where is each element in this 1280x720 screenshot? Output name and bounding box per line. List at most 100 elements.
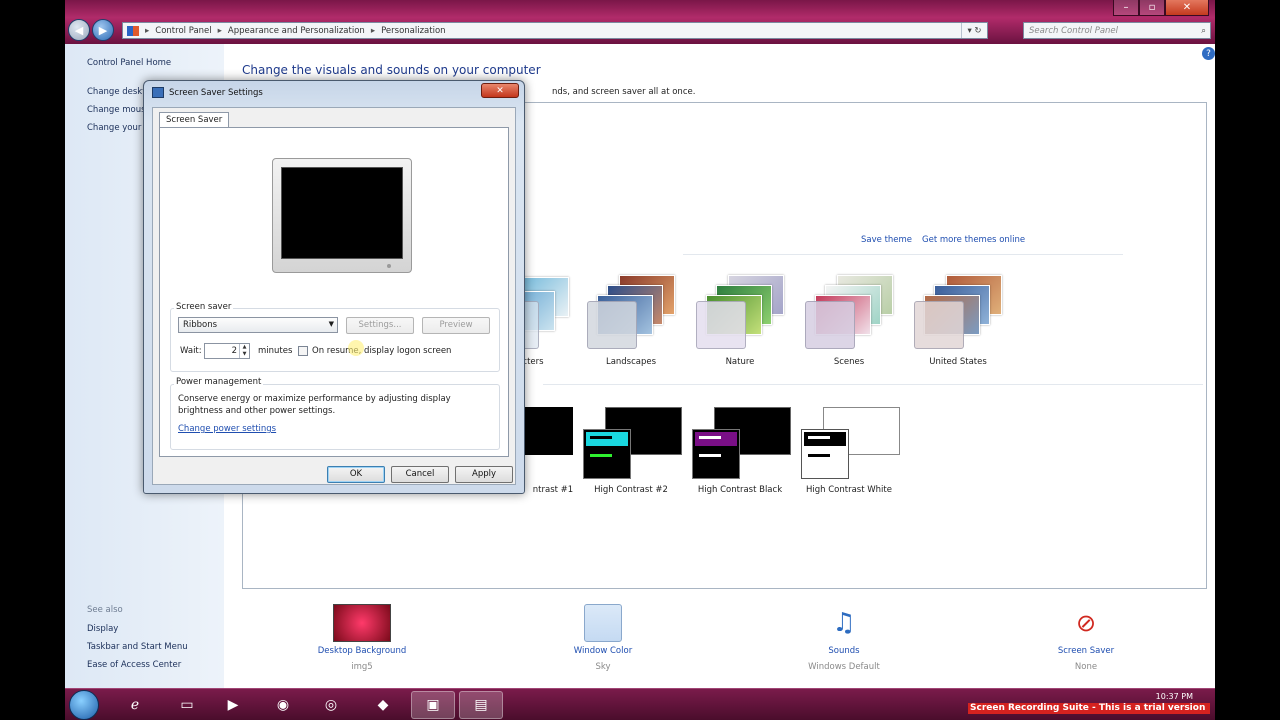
close-button[interactable]: ✕ bbox=[1165, 0, 1209, 16]
glass-swatch bbox=[587, 301, 637, 349]
theme-thumbnail bbox=[583, 275, 679, 353]
power-management-label: Power management bbox=[174, 377, 264, 387]
sounds-item[interactable]: ♫ Sounds Windows Default bbox=[784, 604, 904, 672]
address-bar[interactable]: ▸ Control Panel ▸ Appearance and Persona… bbox=[122, 22, 988, 39]
window-color-value: Sky bbox=[595, 662, 611, 672]
theme-landscapes[interactable]: Landscapes bbox=[583, 275, 679, 367]
save-theme-link[interactable]: Save theme bbox=[861, 235, 912, 245]
theme-label: United States bbox=[929, 357, 987, 367]
desktop-background-label[interactable]: Desktop Background bbox=[302, 646, 422, 656]
sounds-label[interactable]: Sounds bbox=[784, 646, 904, 656]
screen-saver-group-label: Screen saver bbox=[174, 302, 234, 312]
theme-thumbnail bbox=[910, 275, 1006, 353]
sidebar-item-ease-of-access[interactable]: Ease of Access Center bbox=[87, 660, 181, 670]
resume-label[interactable]: On resume, display logon screen bbox=[312, 346, 451, 356]
theme-thumbnail bbox=[801, 407, 900, 481]
screen-saver-dialog: Screen Saver Settings ✕ Screen Saver Scr… bbox=[143, 80, 525, 494]
glass-swatch bbox=[696, 301, 746, 349]
control-panel-taskbar-icon[interactable]: ▣ bbox=[411, 691, 455, 719]
app-icon[interactable]: ◎ bbox=[309, 691, 353, 719]
theme-scenes[interactable]: Scenes bbox=[801, 275, 897, 367]
theme-label: High Contrast Black bbox=[697, 485, 783, 495]
text-line bbox=[808, 454, 830, 457]
theme-links: Save theme Get more themes online bbox=[861, 235, 1025, 245]
python-icon[interactable]: ◆ bbox=[361, 691, 405, 719]
back-button[interactable]: ◀ bbox=[68, 19, 90, 41]
sidebar-item-display[interactable]: Display bbox=[87, 624, 118, 634]
media-player-icon[interactable]: ▶ bbox=[211, 691, 255, 719]
theme-thumbnail bbox=[692, 275, 788, 353]
screen-saver-taskbar-icon[interactable]: ▤ bbox=[459, 691, 503, 719]
no-screensaver-icon: ⊘ bbox=[1075, 609, 1097, 637]
sounds-icon: ♫ bbox=[832, 608, 856, 638]
start-button[interactable] bbox=[69, 690, 99, 720]
divider bbox=[683, 254, 1123, 255]
theme-nature[interactable]: Nature bbox=[692, 275, 788, 367]
power-description-2: brightness and other power settings. bbox=[178, 406, 336, 416]
apply-button[interactable]: Apply bbox=[455, 466, 513, 483]
wallpaper-thumb bbox=[523, 407, 573, 455]
help-icon[interactable]: ? bbox=[1202, 47, 1215, 60]
dialog-close-button[interactable]: ✕ bbox=[481, 83, 519, 98]
forward-button[interactable]: ▶ bbox=[92, 19, 114, 41]
sidebar-item-control-panel-home[interactable]: Control Panel Home bbox=[87, 58, 171, 68]
explorer-icon[interactable]: ▭ bbox=[165, 691, 209, 719]
trial-watermark: Screen Recording Suite - This is a trial… bbox=[968, 703, 1210, 714]
minimize-button[interactable]: – bbox=[1113, 0, 1139, 16]
ie-icon[interactable]: ℯ bbox=[113, 691, 157, 719]
nav-buttons: ◀ ▶ bbox=[68, 19, 114, 41]
glass-swatch bbox=[692, 429, 740, 479]
window-color-label[interactable]: Window Color bbox=[543, 646, 663, 656]
monitor-icon bbox=[152, 87, 164, 98]
search-input[interactable]: Search Control Panel ⌕ bbox=[1023, 22, 1211, 39]
screen-saver-item[interactable]: ⊘ Screen Saver None bbox=[1026, 604, 1146, 672]
theme-high-contrast-black[interactable]: High Contrast Black bbox=[692, 407, 791, 495]
clock[interactable]: 10:37 PM bbox=[1156, 692, 1193, 701]
preview-button[interactable]: Preview bbox=[422, 317, 490, 334]
text-line bbox=[699, 436, 721, 439]
theme-label: High Contrast White bbox=[806, 485, 892, 495]
sidebar-item-taskbar[interactable]: Taskbar and Start Menu bbox=[87, 642, 188, 652]
firefox-icon[interactable]: ◉ bbox=[261, 691, 305, 719]
text-line bbox=[699, 454, 721, 457]
search-placeholder: Search Control Panel bbox=[1029, 25, 1119, 36]
theme-united-states[interactable]: United States bbox=[910, 275, 1006, 367]
chevron-icon: ▸ bbox=[370, 25, 376, 36]
maximize-button[interactable]: ▫ bbox=[1139, 0, 1165, 16]
screen-saver-label[interactable]: Screen Saver bbox=[1026, 646, 1146, 656]
breadcrumb-control-panel[interactable]: Control Panel bbox=[155, 26, 211, 36]
cursor-highlight bbox=[348, 340, 364, 356]
window-color-item[interactable]: Window Color Sky bbox=[543, 604, 663, 672]
desktop-background-item[interactable]: Desktop Background img5 bbox=[302, 604, 422, 672]
refresh-icon[interactable]: ▾ ↻ bbox=[961, 23, 987, 38]
cancel-button[interactable]: Cancel bbox=[391, 466, 449, 483]
theme-high-contrast-2[interactable]: High Contrast #2 bbox=[583, 407, 682, 495]
change-power-settings-link[interactable]: Change power settings bbox=[178, 424, 276, 434]
stepper-arrows-icon[interactable]: ▲ ▼ bbox=[239, 344, 249, 358]
settings-button[interactable]: Settings... bbox=[346, 317, 414, 334]
caption-bar bbox=[586, 432, 628, 446]
breadcrumb-appearance[interactable]: Appearance and Personalization bbox=[228, 26, 365, 36]
glass-swatch bbox=[583, 429, 631, 479]
theme-thumbnail bbox=[692, 407, 791, 481]
page-subtitle: nds, and screen saver all at once. bbox=[552, 87, 696, 97]
letterbox-right bbox=[1215, 0, 1280, 720]
search-icon[interactable]: ⌕ bbox=[1201, 26, 1206, 36]
breadcrumb-personalization[interactable]: Personalization bbox=[381, 26, 445, 36]
dialog-body: Screen Saver Screen saver Ribbons ▼ Sett… bbox=[152, 107, 516, 485]
power-led bbox=[387, 264, 391, 268]
screen-saver-select[interactable]: Ribbons ▼ bbox=[178, 317, 338, 333]
letterbox-left bbox=[0, 0, 65, 720]
theme-high-contrast-white[interactable]: High Contrast White bbox=[801, 407, 900, 495]
dialog-title: Screen Saver Settings bbox=[169, 88, 263, 98]
caption-buttons: – ▫ ✕ bbox=[1113, 0, 1209, 16]
tab-screen-saver[interactable]: Screen Saver bbox=[159, 112, 230, 128]
tab-panel: Screen saver Ribbons ▼ Settings... Previ… bbox=[159, 127, 509, 457]
text-line bbox=[590, 454, 612, 457]
caption-bar bbox=[804, 432, 846, 446]
wait-stepper[interactable]: 2 ▲ ▼ bbox=[204, 343, 250, 359]
get-more-themes-link[interactable]: Get more themes online bbox=[922, 235, 1025, 245]
text-line bbox=[808, 436, 830, 439]
resume-checkbox[interactable] bbox=[298, 346, 308, 356]
ok-button[interactable]: OK bbox=[327, 466, 385, 483]
